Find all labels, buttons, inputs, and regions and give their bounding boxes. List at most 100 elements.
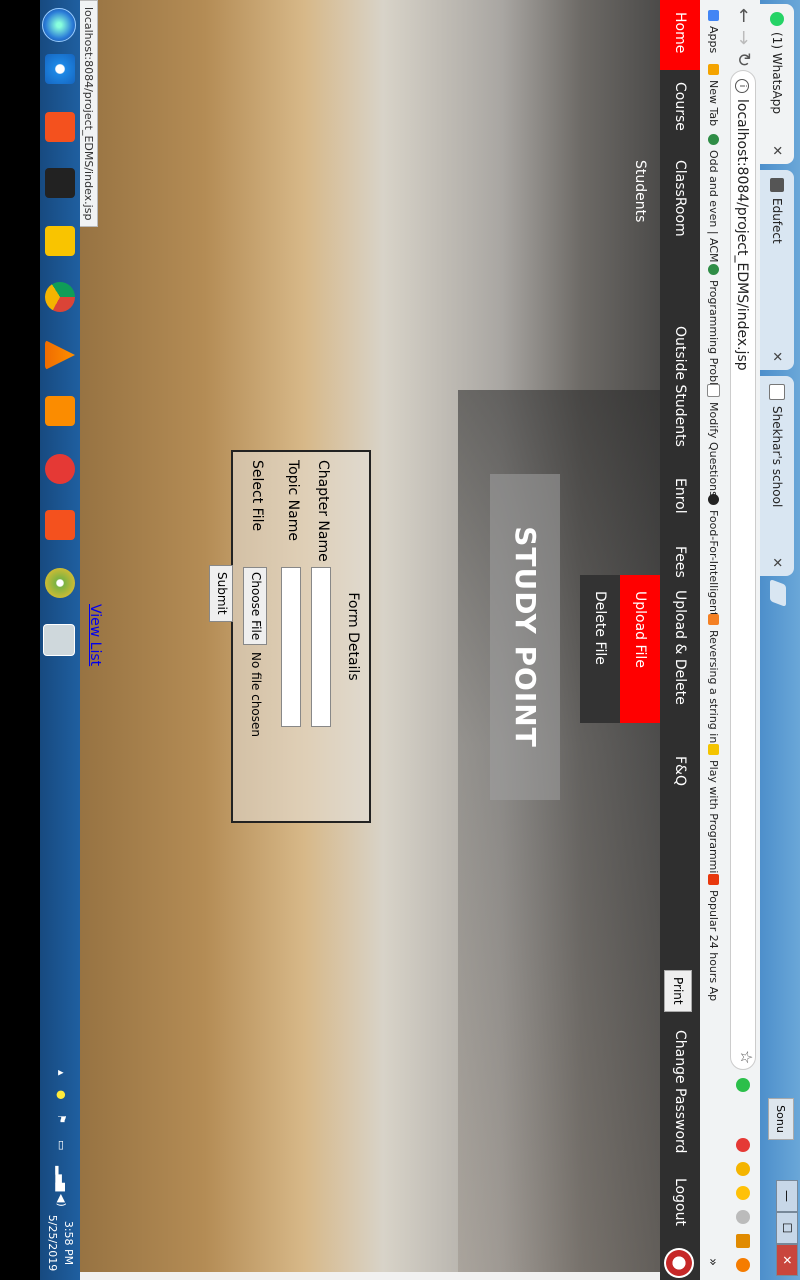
address-bar[interactable]: i localhost:8084/project_EDMS/index.jsp bbox=[730, 70, 756, 1070]
internet-explorer-icon[interactable] bbox=[45, 54, 75, 84]
bookmark-item[interactable]: Popular 24 hours Ap bbox=[707, 874, 720, 1001]
nav-fq[interactable]: F&Q bbox=[660, 744, 700, 804]
choose-file-button[interactable]: Choose File bbox=[243, 567, 267, 646]
phone-bottom-bar bbox=[0, 0, 40, 1280]
extension-icon[interactable] bbox=[736, 1210, 750, 1224]
whatsapp-icon bbox=[770, 12, 784, 26]
bookmark-apps[interactable]: Apps bbox=[707, 10, 720, 53]
nav-course[interactable]: Course bbox=[660, 70, 700, 148]
taskbar-clock[interactable]: 3:58 PM 5/25/2019 bbox=[44, 1210, 76, 1276]
bookmark-item[interactable]: Play with Programmi bbox=[707, 744, 720, 873]
topic-name-label: Topic Name bbox=[285, 460, 301, 541]
profile-button[interactable]: Sonu bbox=[768, 1098, 794, 1140]
close-icon[interactable]: ✕ bbox=[770, 145, 785, 156]
xampp-icon[interactable] bbox=[45, 396, 75, 426]
dropdown-delete-file[interactable]: Delete File bbox=[580, 575, 620, 723]
chapter-name-input[interactable] bbox=[311, 567, 331, 727]
windows-taskbar: ▴ ● ⚑ ▭ ▂▄▆ ◀) 3:58 PM 5/25/2019 bbox=[40, 0, 80, 1280]
back-arrow-icon[interactable]: ← bbox=[733, 8, 754, 23]
chapter-name-label: Chapter Name bbox=[315, 460, 331, 562]
site-navbar: Home Course ClassRoom Students Outside S… bbox=[632, 0, 700, 1280]
bookmark-item[interactable]: Programming Proble bbox=[707, 264, 720, 392]
dropdown-upload-file[interactable]: Upload File bbox=[620, 575, 660, 723]
print-button[interactable]: Print bbox=[664, 970, 692, 1012]
file-explorer-icon[interactable] bbox=[45, 226, 75, 256]
nav-fees[interactable]: Fees bbox=[660, 534, 700, 578]
bookmark-icon bbox=[708, 64, 719, 75]
bookmark-label: Reversing a string in bbox=[707, 630, 720, 744]
bookmark-item[interactable]: New Tab bbox=[707, 64, 720, 126]
view-list-link[interactable]: View List bbox=[87, 604, 103, 666]
tab-shekhars-school[interactable]: Shekhar's school ✕ bbox=[760, 376, 794, 576]
apps-grid-icon bbox=[708, 10, 719, 21]
nav-upload-delete-file[interactable]: Upload & Delete File bbox=[632, 578, 700, 744]
extension-icon[interactable] bbox=[736, 1078, 750, 1092]
tab-edufect[interactable]: Edufect ✕ bbox=[760, 170, 794, 370]
bookmark-label: Popular 24 hours Ap bbox=[707, 890, 720, 1002]
close-icon[interactable]: ✕ bbox=[770, 557, 785, 568]
no-file-text: No file chosen bbox=[249, 652, 263, 738]
reload-icon[interactable]: ↻ bbox=[733, 52, 754, 67]
nav-outside-students[interactable]: Outside Students bbox=[660, 314, 700, 466]
scrollbar[interactable] bbox=[40, 1272, 660, 1280]
chrome-icon[interactable] bbox=[45, 282, 75, 312]
submit-button[interactable]: Submit bbox=[209, 565, 233, 622]
clock-date: 5/25/2019 bbox=[46, 1214, 59, 1272]
extension-icon[interactable] bbox=[736, 1138, 750, 1152]
edufect-icon bbox=[770, 178, 784, 192]
status-url: localhost:8084/project_EDMS/index.jsp bbox=[78, 0, 98, 228]
close-icon[interactable]: ✕ bbox=[770, 351, 785, 362]
bookmark-label: Odd and even | ACM bbox=[707, 150, 720, 263]
app-icon[interactable] bbox=[45, 568, 75, 598]
bookmark-item[interactable]: Modify Questions bbox=[707, 384, 720, 497]
app-icon[interactable] bbox=[45, 112, 75, 142]
nav-logout[interactable]: Logout bbox=[660, 1166, 700, 1246]
browser-tab-strip: (1) WhatsApp ✕ Edufect ✕ Shekhar's schoo… bbox=[760, 0, 800, 1280]
clock-time: 3:58 PM bbox=[62, 1220, 75, 1266]
bookmark-star-icon[interactable]: ☆ bbox=[737, 1050, 756, 1064]
site-logo bbox=[664, 1248, 694, 1278]
bookmark-item[interactable]: Reversing a string in bbox=[707, 614, 720, 743]
info-icon[interactable]: i bbox=[735, 79, 749, 93]
bookmark-item[interactable]: Odd and even | ACM bbox=[707, 134, 720, 263]
powerpoint-icon[interactable] bbox=[45, 454, 75, 484]
tab-label: Shekhar's school bbox=[770, 406, 784, 508]
nav-change-password[interactable]: Change Password bbox=[660, 1018, 700, 1168]
start-button[interactable] bbox=[42, 8, 76, 42]
select-file-label: Select File bbox=[249, 460, 265, 532]
vlc-icon[interactable] bbox=[45, 340, 75, 370]
nav-enrol[interactable]: Enrol bbox=[660, 466, 700, 534]
bookmark-label: Food-For-Intelligent bbox=[707, 510, 720, 617]
form-title: Form Details bbox=[345, 592, 361, 681]
maximize-button[interactable]: ☐ bbox=[776, 1212, 798, 1244]
bookmark-label: Apps bbox=[707, 26, 720, 54]
bookmark-icon bbox=[708, 744, 719, 755]
topic-name-input[interactable] bbox=[281, 567, 301, 727]
extension-icon[interactable] bbox=[736, 1186, 750, 1200]
new-tab-button[interactable] bbox=[770, 579, 786, 607]
tab-label: (1) WhatsApp bbox=[770, 32, 784, 115]
nav-home[interactable]: Home bbox=[660, 0, 700, 70]
app-icon[interactable] bbox=[43, 624, 75, 656]
extension-icon[interactable] bbox=[736, 1258, 750, 1272]
forward-arrow-icon[interactable]: → bbox=[733, 30, 754, 45]
bookmark-label: Programming Proble bbox=[707, 280, 720, 392]
geeksforgeeks-icon bbox=[708, 264, 719, 275]
nav-classroom-students[interactable]: ClassRoom Students bbox=[632, 148, 700, 314]
web-page: Home Course ClassRoom Students Outside S… bbox=[40, 0, 700, 1280]
app-icon[interactable] bbox=[45, 168, 75, 198]
tab-whatsapp[interactable]: (1) WhatsApp ✕ bbox=[760, 4, 794, 164]
stackoverflow-icon bbox=[708, 614, 719, 625]
close-window-button[interactable]: ✕ bbox=[776, 1244, 798, 1276]
extension-icon[interactable] bbox=[736, 1234, 750, 1248]
bookmark-item[interactable]: Food-For-Intelligent bbox=[707, 494, 720, 616]
minimize-button[interactable]: — bbox=[776, 1180, 798, 1212]
extension-icon[interactable] bbox=[736, 1162, 750, 1176]
app-icon[interactable] bbox=[45, 510, 75, 540]
bookmark-label: New Tab bbox=[707, 80, 720, 127]
page-icon bbox=[769, 384, 785, 400]
more-bookmarks-button[interactable]: » bbox=[705, 1258, 720, 1266]
upload-form: Form Details Chapter Name Topic Name Sel… bbox=[231, 450, 371, 823]
tab-label: Edufect bbox=[770, 198, 784, 244]
geeksforgeeks-icon bbox=[708, 134, 719, 145]
